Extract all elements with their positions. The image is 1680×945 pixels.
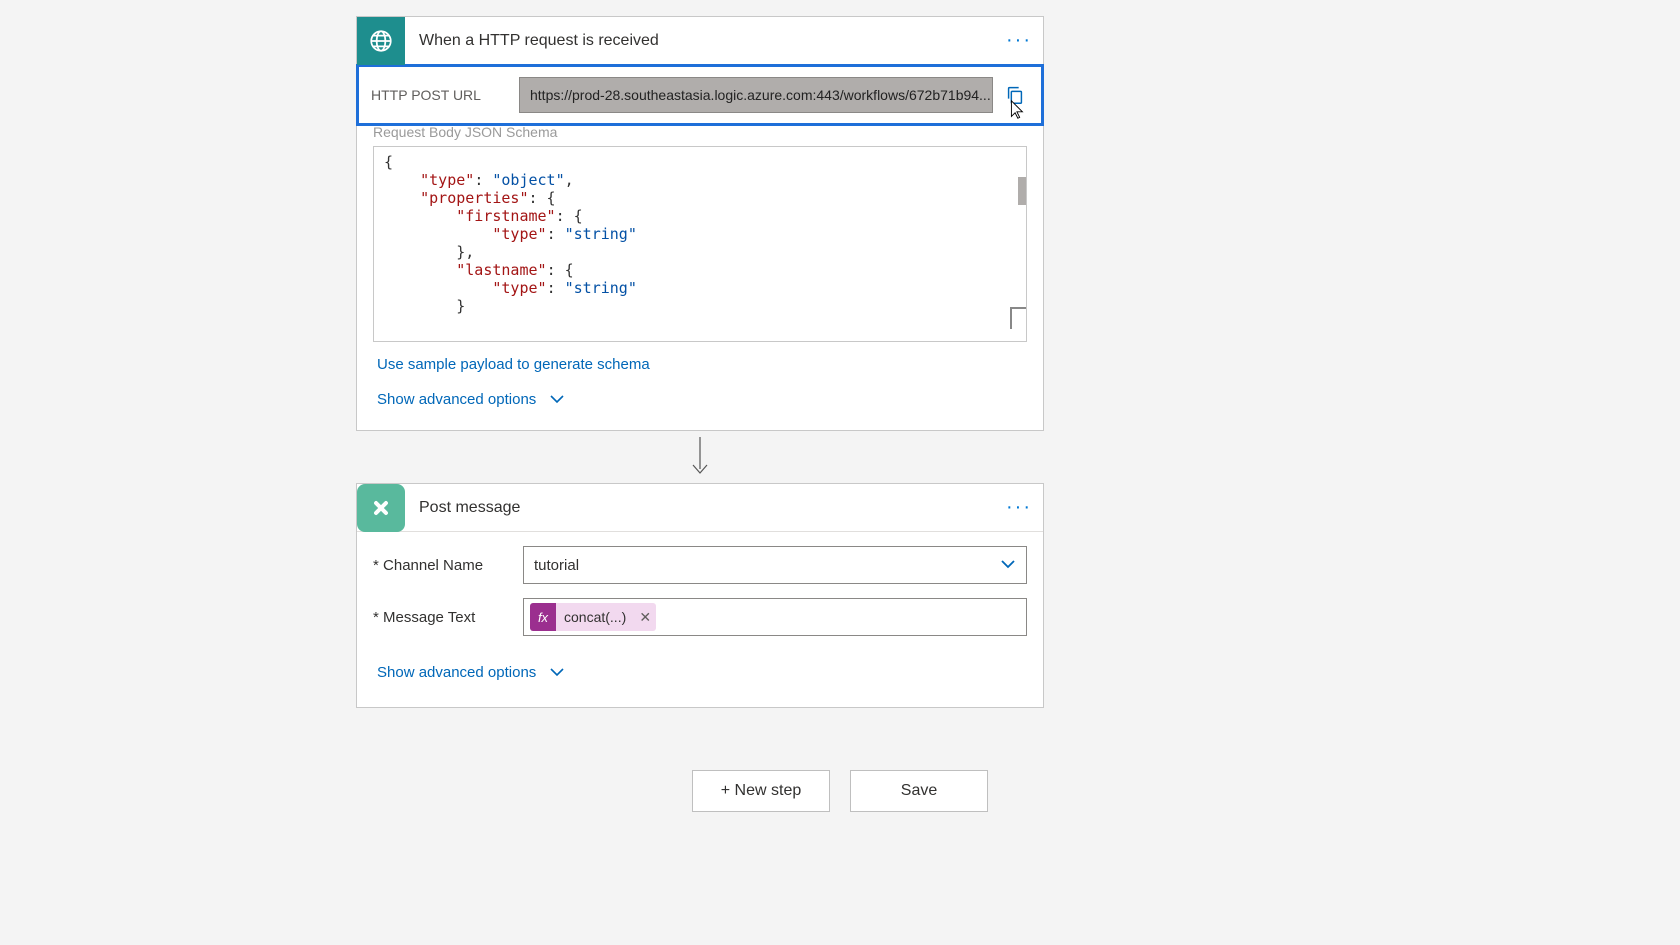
remove-expression-button[interactable]: ✕ [634,603,656,631]
message-text-input[interactable]: fx concat(...) ✕ [523,598,1027,636]
expression-chip[interactable]: fx concat(...) ✕ [530,603,656,631]
action-advanced-toggle[interactable]: Show advanced options [377,660,584,685]
channel-name-select[interactable]: tutorial [523,546,1027,584]
schema-textarea[interactable]: { "type": "object", "properties": { "fir… [373,146,1027,342]
schema-scrollbar[interactable] [1018,177,1026,205]
http-post-url-row: HTTP POST URL https://prod-28.southeasta… [356,64,1044,126]
action-card: Post message ··· Channel Name tutorial M… [356,483,1044,708]
trigger-menu-button[interactable]: ··· [995,29,1043,52]
schema-resize-handle[interactable] [1010,307,1026,329]
new-step-button[interactable]: + New step [692,770,830,812]
slack-icon [357,484,405,532]
chevron-down-icon [550,391,564,408]
message-text-label: Message Text [373,609,523,626]
trigger-title: When a HTTP request is received [405,32,995,50]
action-menu-button[interactable]: ··· [995,496,1043,519]
trigger-advanced-toggle[interactable]: Show advanced options [377,387,584,412]
chevron-down-icon [1000,557,1016,574]
save-button[interactable]: Save [850,770,988,812]
trigger-advanced-label: Show advanced options [377,391,536,408]
schema-label: Request Body JSON Schema [357,124,1043,140]
fx-icon: fx [530,603,556,631]
http-post-url-label: HTTP POST URL [371,87,511,103]
footer-actions: + New step Save [0,770,1680,812]
action-advanced-label: Show advanced options [377,664,536,681]
action-header[interactable]: Post message ··· [357,484,1043,532]
schema-content: { "type": "object", "properties": { "fir… [384,153,637,315]
action-title: Post message [405,499,995,517]
trigger-card: When a HTTP request is received ··· HTTP… [356,16,1044,431]
copy-url-button[interactable] [1001,81,1029,109]
trigger-header[interactable]: When a HTTP request is received ··· [357,17,1043,65]
http-request-icon [357,17,405,65]
channel-name-value: tutorial [534,557,579,574]
connector-arrow [356,431,1044,483]
http-post-url-field[interactable]: https://prod-28.southeastasia.logic.azur… [519,77,993,113]
sample-payload-link[interactable]: Use sample payload to generate schema [357,352,670,377]
channel-name-label: Channel Name [373,557,523,574]
chevron-down-icon [550,664,564,681]
expression-text: concat(...) [556,603,634,631]
